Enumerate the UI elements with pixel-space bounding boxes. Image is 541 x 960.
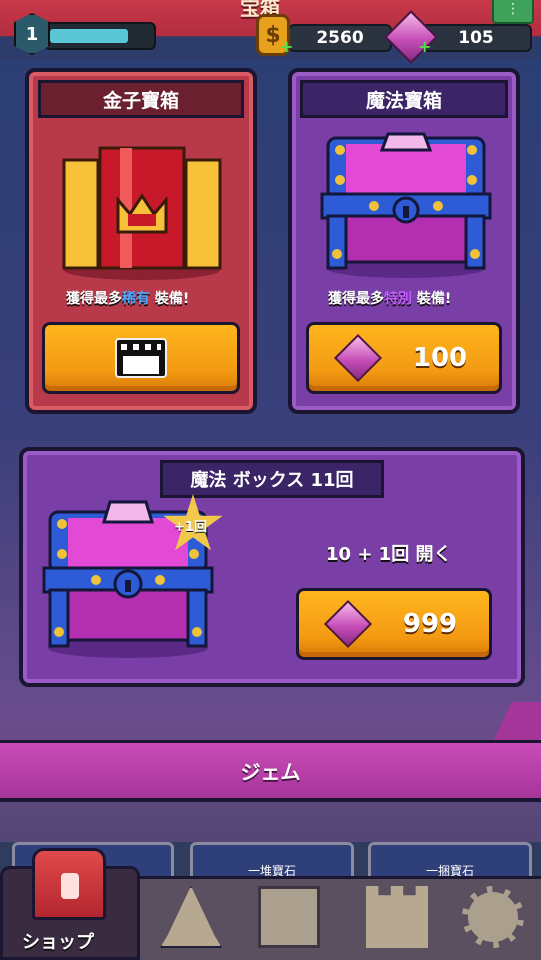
menu-icon: ⋮ [506, 1, 520, 17]
gold-amount: 2560 [316, 28, 364, 48]
open-count-text: 10 + 1回 開く [326, 544, 452, 565]
nav-shop-label: ショップ [22, 932, 94, 953]
map-icon[interactable] [258, 886, 320, 948]
menu-button[interactable]: ⋮ [492, 0, 534, 24]
gem-amount: 105 [458, 28, 494, 48]
gem-icon [333, 333, 382, 383]
buy-magic-chest-button[interactable]: 100 [306, 322, 502, 394]
xp-bar [44, 22, 156, 50]
watch-ad-button[interactable] [42, 322, 240, 394]
gold-counter: 2560 [288, 24, 392, 52]
castle-tower-icon[interactable] [366, 886, 428, 948]
gem-section-header: ジェム [0, 740, 541, 802]
gem-section-label: ジェム [240, 760, 301, 784]
add-gold-icon[interactable]: + [280, 39, 294, 55]
gem-icon [323, 599, 372, 649]
level-number: 1 [25, 23, 39, 45]
magic-chest-title: 魔法寶箱 [300, 80, 508, 118]
gear-icon[interactable] [462, 886, 524, 948]
gold-chest-desc: 獲得最多稀有 裝備! [66, 291, 190, 307]
xp-bar-fill [50, 29, 128, 43]
bonus-label: +1回 [174, 520, 207, 535]
gold-chest-title: 金子寶箱 [38, 80, 244, 118]
section-flag [492, 702, 541, 744]
add-gem-icon[interactable]: + [418, 39, 432, 55]
shop-icon [32, 848, 106, 920]
magic-box-price: 999 [402, 609, 458, 639]
gold-chest-icon [62, 146, 222, 280]
buy-magic-box-button[interactable]: 999 [296, 588, 492, 660]
magic-chest-desc: 獲得最多特別 裝備! [328, 291, 452, 307]
video-ad-icon [115, 338, 167, 378]
magic-chest-icon [320, 132, 492, 278]
magic-box-title: 魔法 ボックス 11回 [160, 460, 384, 498]
magic-chest-price: 100 [412, 343, 468, 373]
